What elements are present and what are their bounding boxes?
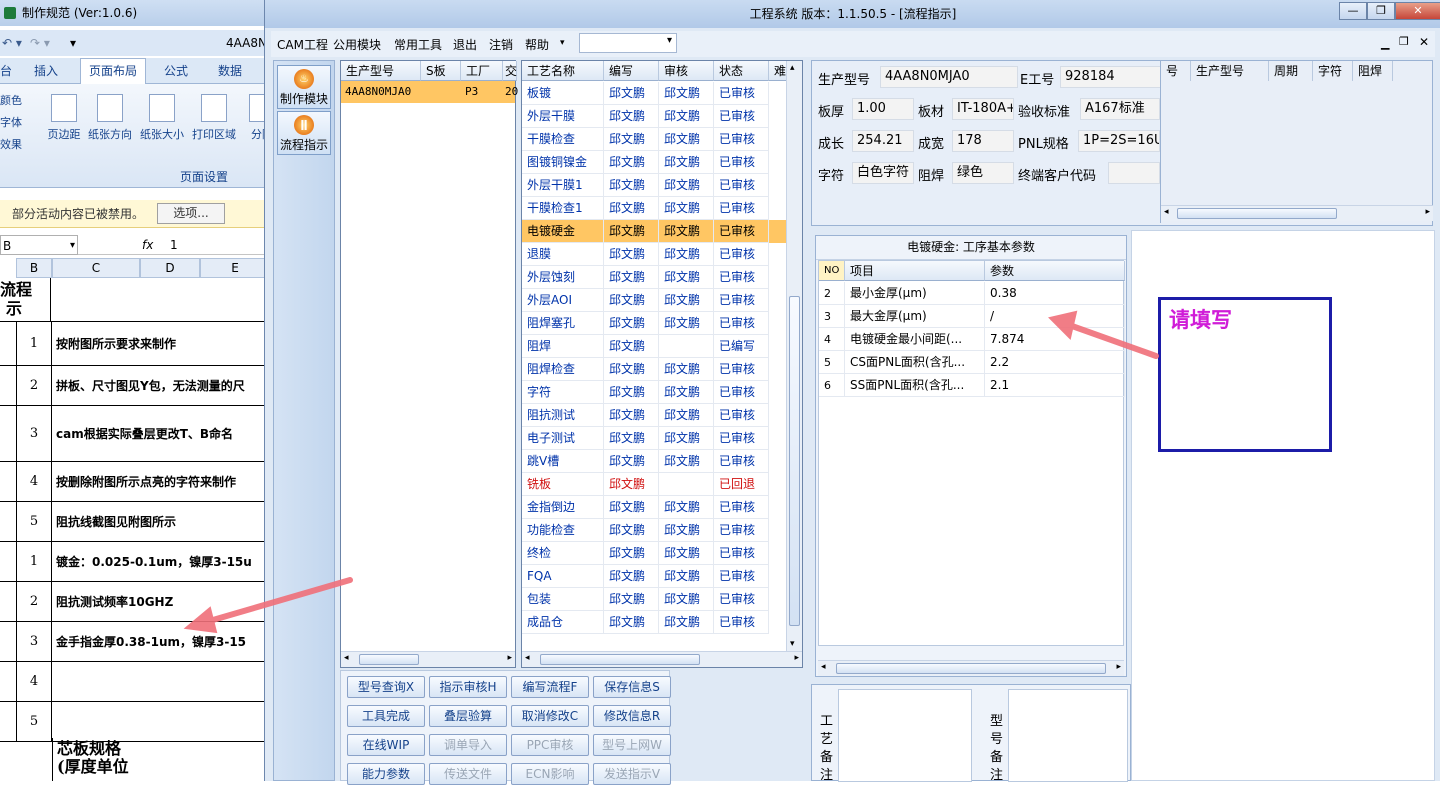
arrow-to-params <box>1048 310 1159 359</box>
annotation-arrows <box>183 310 1159 634</box>
arrow-to-excel <box>183 577 353 634</box>
